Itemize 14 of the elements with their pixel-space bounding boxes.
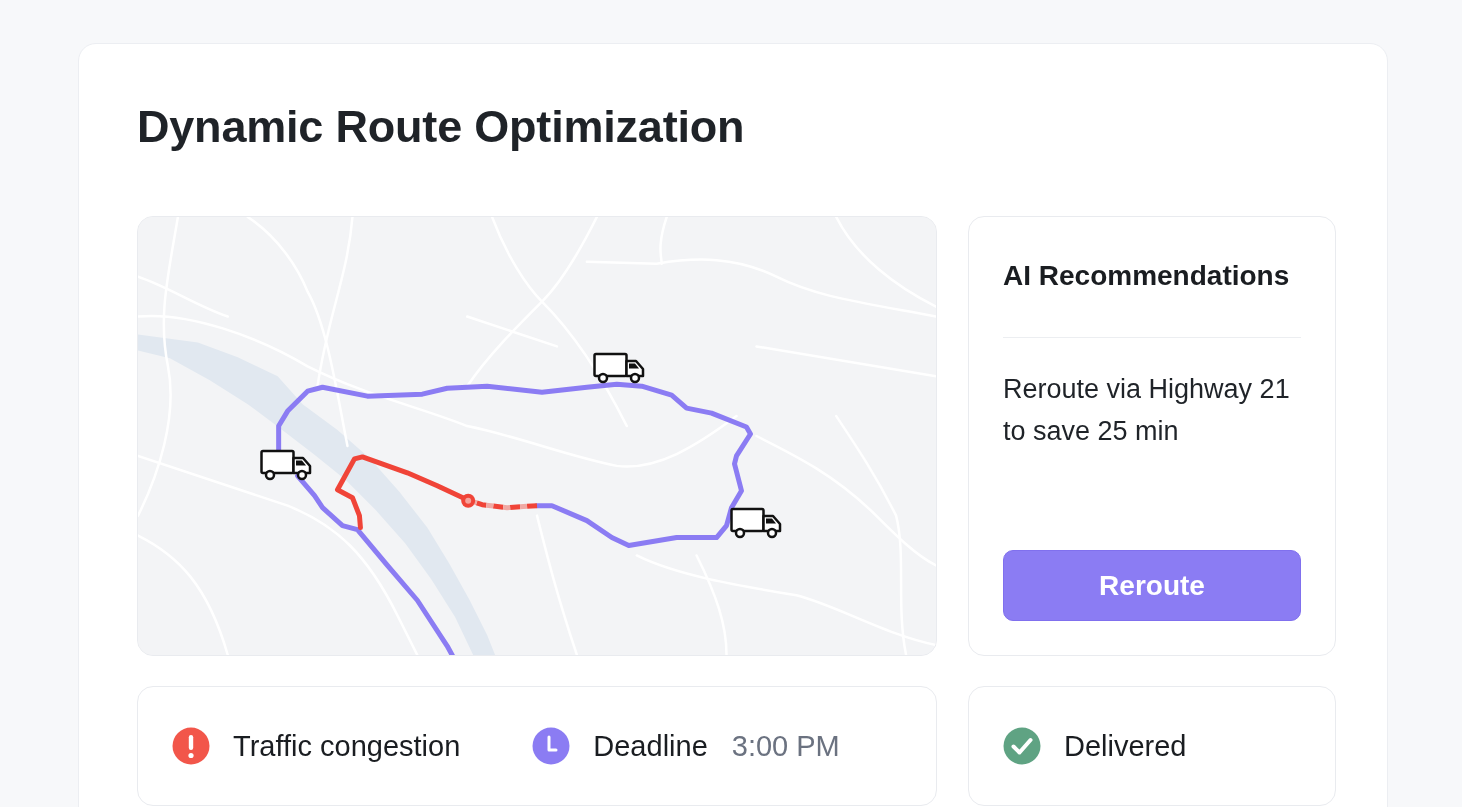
page-title: Dynamic Route Optimization	[137, 100, 746, 154]
status-label: Delivered	[1064, 729, 1187, 763]
reroute-button[interactable]: Reroute	[1003, 550, 1301, 621]
alert-label: Traffic congestion	[233, 729, 461, 763]
clock-icon	[532, 727, 571, 765]
alert-time: 3:00 PM	[731, 729, 840, 763]
recommendation-text: Reroute via Highway 21 to save 25 min	[1003, 373, 1291, 448]
alert-label: Deadline	[593, 729, 708, 763]
truck-icon	[260, 449, 313, 481]
truck-icon	[730, 507, 783, 539]
check-icon	[1003, 727, 1041, 765]
panel-title: AI Recommendations	[1003, 259, 1291, 293]
truck-icon	[593, 352, 646, 384]
alert-icon	[172, 727, 210, 765]
